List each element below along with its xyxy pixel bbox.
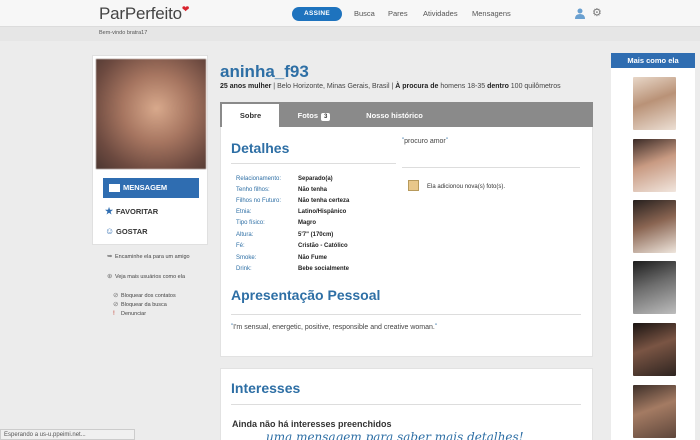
like-button[interactable]: ☺ GOSTAR xyxy=(105,226,148,236)
detail-value: Não tenha xyxy=(298,187,328,193)
divider xyxy=(231,163,396,164)
profile-summary: 25 anos mulher | Belo Horizonte, Minas G… xyxy=(220,83,561,90)
details-title: Detalhes xyxy=(231,140,290,156)
tab-sobre[interactable]: Sobre xyxy=(222,104,279,127)
detail-label: Smoke: xyxy=(236,255,257,261)
age-gender: 25 anos mulher xyxy=(220,83,272,90)
nav-pares[interactable]: Pares xyxy=(388,9,408,18)
block-search-link[interactable]: ⊘ Bloquear da busca xyxy=(113,301,167,309)
favorite-button[interactable]: ★ FAVORITAR xyxy=(105,206,158,217)
similar-user-thumb[interactable] xyxy=(633,261,676,314)
headline-quote: "procuro amor" xyxy=(402,138,448,145)
photo-count-badge: 3 xyxy=(321,113,331,121)
seeking-label: À procura de xyxy=(395,83,439,90)
detail-value: Bebe socialmente xyxy=(298,266,350,272)
block-contacts-label: Bloquear dos contatos xyxy=(121,293,176,299)
tab-fotos[interactable]: Fotos 3 xyxy=(284,104,344,127)
seeking-value: homens 18-35 xyxy=(438,83,488,90)
divider xyxy=(231,314,581,315)
close-quote-icon: " xyxy=(434,324,437,330)
similar-label: Veja mais usuários como ela xyxy=(115,274,186,280)
smile-icon: ☺ xyxy=(105,226,115,236)
welcome-text: Bem-vindo bratra17 xyxy=(99,30,148,36)
detail-label: Fé: xyxy=(236,243,245,249)
profile-photo[interactable] xyxy=(96,59,206,169)
headline-text: procuro amor xyxy=(404,138,446,145)
about-panel xyxy=(220,127,593,357)
detail-value: Separado(a) xyxy=(298,176,333,182)
location: | Belo Horizonte, Minas Gerais, Brasil | xyxy=(271,83,396,90)
tab-fotos-label: Fotos xyxy=(297,111,319,120)
photo-album-icon xyxy=(408,180,419,191)
similar-users-panel: Mais como ela xyxy=(611,53,695,440)
nav-mensagens[interactable]: Mensagens xyxy=(472,9,511,18)
forward-link[interactable]: ➥ Encaminhe ela para um amigo xyxy=(107,253,192,261)
no-interests-text: Ainda não há interesses preenchidos xyxy=(232,419,392,429)
like-label: GOSTAR xyxy=(116,227,148,236)
detail-label: Altura: xyxy=(236,232,254,238)
similar-link[interactable]: ⊕ Veja mais usuários como ela xyxy=(107,273,185,281)
block-search-label: Bloquear da busca xyxy=(121,302,167,308)
divider xyxy=(231,404,581,405)
interests-title: Interesses xyxy=(231,380,301,396)
message-label: MENSAGEM xyxy=(123,183,168,192)
detail-label: Tipo físico: xyxy=(236,220,265,226)
within-value: 100 quilômetros xyxy=(508,83,561,90)
star-icon: ★ xyxy=(105,206,114,216)
about-title: Apresentação Pessoal xyxy=(231,287,381,303)
block-icon: ⊘ xyxy=(113,292,119,299)
gear-icon[interactable]: ⚙ xyxy=(592,8,602,19)
report-label: Denunciar xyxy=(121,311,147,317)
about-text: "I'm sensual, energetic, positive, respo… xyxy=(231,324,437,331)
block-icon: ⊘ xyxy=(113,301,119,308)
detail-value: Cristão - Católico xyxy=(298,243,348,249)
close-quote-icon: " xyxy=(445,138,448,144)
detail-label: Drink: xyxy=(236,266,252,272)
activity-note[interactable]: Ela adicionou nova(s) foto(s). xyxy=(408,180,506,192)
similar-user-thumb[interactable] xyxy=(633,385,676,438)
block-contacts-link[interactable]: ⊘ Bloquear dos contatos xyxy=(113,292,176,300)
tab-historico[interactable]: Nosso histórico xyxy=(352,104,437,127)
detail-label: Relacionamento: xyxy=(236,176,282,182)
nav-atividades[interactable]: Atividades xyxy=(423,9,458,18)
heart-icon: ❤ xyxy=(181,4,190,14)
site-logo[interactable]: ParPerfeito❤ xyxy=(99,4,189,24)
profile-card: MENSAGEM ★ FAVORITAR ☺ GOSTAR xyxy=(92,55,208,245)
favorite-label: FAVORITAR xyxy=(116,207,159,216)
detail-value: Latino/Hispânico xyxy=(298,209,347,215)
profile-username: aninha_f93 xyxy=(220,62,309,81)
plus-circle-icon: ⊕ xyxy=(107,273,113,280)
activity-text: Ela adicionou nova(s) foto(s). xyxy=(427,184,506,191)
message-button[interactable]: MENSAGEM xyxy=(103,178,199,198)
logo-text: ParPerfeito xyxy=(99,4,182,23)
similar-users-title: Mais como ela xyxy=(611,53,695,68)
about-text-content: I'm sensual, energetic, positive, respon… xyxy=(233,324,435,331)
forward-label: Encaminhe ela para um amigo xyxy=(115,254,190,260)
detail-label: Filhos no Futuro: xyxy=(236,198,282,204)
similar-user-thumb[interactable] xyxy=(633,200,676,253)
similar-user-thumb[interactable] xyxy=(633,323,676,376)
forward-icon: ➥ xyxy=(107,253,113,260)
envelope-icon xyxy=(109,184,120,192)
interests-prompt: uma mensagem para saber mais detalhes! xyxy=(266,430,524,440)
user-icon[interactable] xyxy=(575,8,585,19)
detail-label: Etnia: xyxy=(236,209,252,215)
detail-label: Tenho filhos: xyxy=(236,187,270,193)
subscribe-button[interactable]: ASSINE xyxy=(292,7,342,21)
detail-value: 5'7" (170cm) xyxy=(298,232,334,238)
similar-user-thumb[interactable] xyxy=(633,77,676,130)
report-link[interactable]: ! Denunciar xyxy=(113,310,146,318)
nav-busca[interactable]: Busca xyxy=(354,9,375,18)
browser-status-bar: Esperando a us-u.ppeimi.net... xyxy=(0,429,135,440)
similar-user-thumb[interactable] xyxy=(633,139,676,192)
divider xyxy=(402,167,580,168)
detail-value: Não tenha certeza xyxy=(298,198,350,204)
within-label: dentro xyxy=(487,83,509,90)
alert-icon: ! xyxy=(113,310,115,317)
detail-value: Magro xyxy=(298,220,316,226)
detail-value: Não Fume xyxy=(298,255,328,261)
